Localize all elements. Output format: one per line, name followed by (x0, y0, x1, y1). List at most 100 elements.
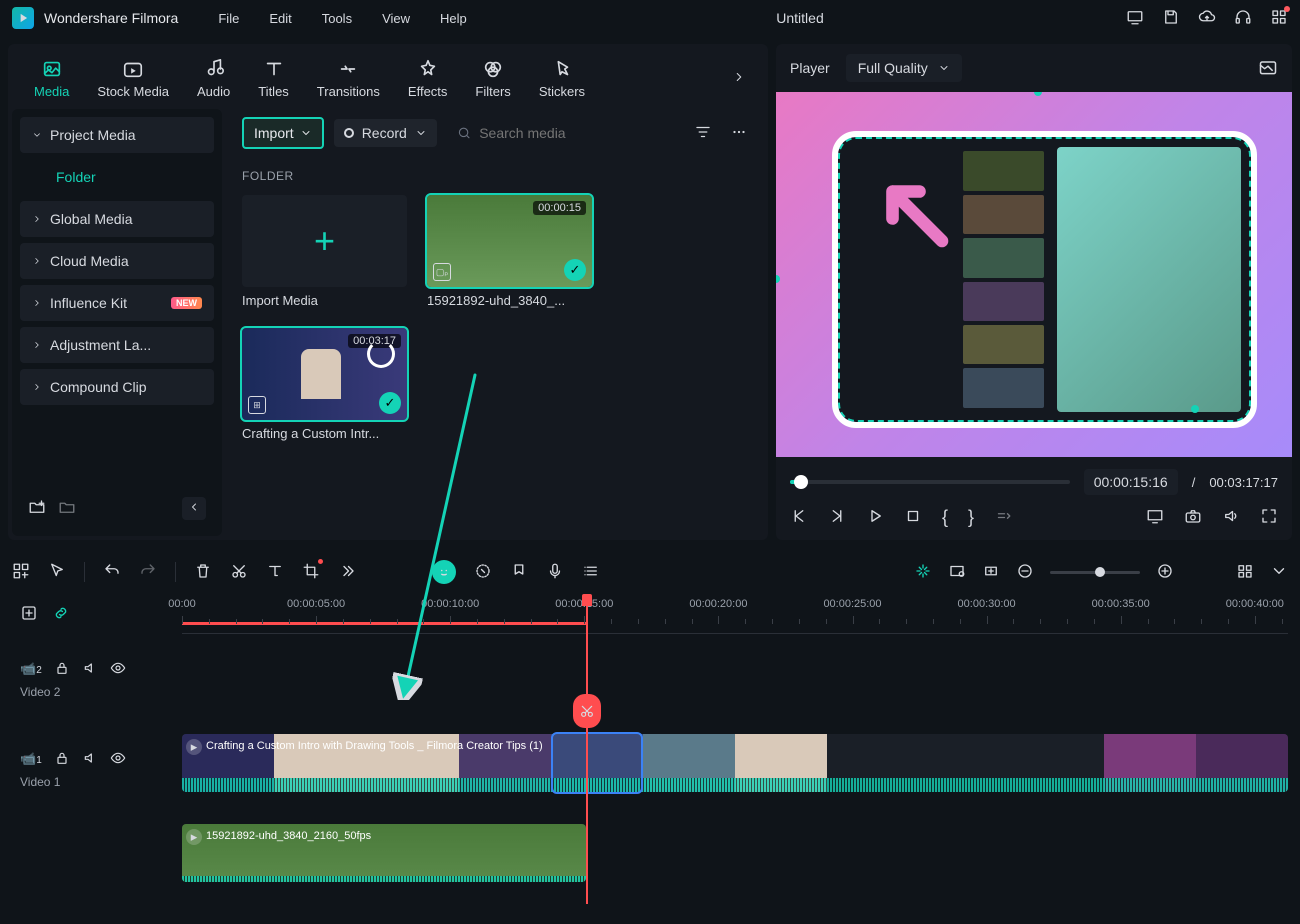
import-button[interactable]: Import (242, 117, 324, 149)
redo-icon[interactable] (139, 562, 157, 583)
headphones-icon[interactable] (1234, 8, 1252, 29)
track-header-video1[interactable]: 📹1 Video 1 (12, 724, 182, 814)
tab-stickers[interactable]: Stickers (525, 52, 599, 105)
zoom-out-icon[interactable] (1016, 562, 1034, 583)
play-icon[interactable] (866, 507, 884, 528)
preview-viewport[interactable] (776, 92, 1292, 457)
playback-progress[interactable] (790, 480, 1070, 484)
menu-view[interactable]: View (382, 11, 410, 26)
collapse-sidebar-icon[interactable] (182, 497, 206, 520)
expand-tools-icon[interactable] (338, 562, 356, 583)
timeline-panel: 📹2 Video 2 📹1 Video 1 00: (0, 548, 1300, 912)
zoom-in-icon[interactable] (1156, 562, 1174, 583)
tab-effects[interactable]: Effects (394, 52, 462, 105)
progress-knob[interactable] (794, 475, 808, 489)
lock-icon[interactable] (54, 750, 70, 769)
sidebar-project-media[interactable]: Project Media (20, 117, 214, 153)
sidebar-cloud-media[interactable]: Cloud Media (20, 243, 214, 279)
tab-transitions[interactable]: Transitions (303, 52, 394, 105)
mute-icon[interactable] (82, 660, 98, 679)
mark-in-icon[interactable]: { (942, 507, 948, 528)
next-frame-icon[interactable] (828, 507, 846, 528)
undo-icon[interactable] (103, 562, 121, 583)
media-clip-1[interactable]: 00:00:15 ▢ₚ ✓ 15921892-uhd_3840_... (427, 195, 592, 308)
more-icon[interactable] (726, 119, 752, 148)
menu-file[interactable]: File (218, 11, 239, 26)
track-lane-video2[interactable]: ▸ Crafting a Custom Intro with Drawing T… (182, 724, 1288, 814)
media-clip-2[interactable]: 00:03:17 ⊞ ✓ Crafting a Custom Intr... (242, 328, 407, 441)
display-mode-icon[interactable] (1146, 507, 1164, 528)
marker-list-icon[interactable] (994, 507, 1012, 528)
tabs-more-icon[interactable] (722, 60, 756, 97)
crop-view-icon[interactable] (948, 562, 966, 583)
menu-tools[interactable]: Tools (322, 11, 352, 26)
menu-edit[interactable]: Edit (269, 11, 291, 26)
mute-icon[interactable] (82, 750, 98, 769)
view-toggle-icon[interactable] (1236, 562, 1254, 583)
text-icon[interactable] (266, 562, 284, 583)
zoom-slider[interactable] (1050, 571, 1140, 574)
track-header-video2[interactable]: 📹2 Video 2 (12, 634, 182, 724)
playhead[interactable] (586, 594, 588, 904)
search-input[interactable] (479, 125, 680, 141)
chevron-down-icon[interactable] (1270, 562, 1288, 583)
folder-icon[interactable] (58, 498, 76, 519)
search-icon[interactable] (457, 125, 471, 141)
menu-help[interactable]: Help (440, 11, 467, 26)
cursor-icon[interactable] (48, 562, 66, 583)
sidebar-folder[interactable]: Folder (20, 159, 214, 195)
tab-media[interactable]: Media (20, 52, 83, 105)
apps-icon[interactable] (1270, 8, 1288, 29)
visibility-icon[interactable] (110, 660, 126, 679)
arrow-icon (870, 169, 960, 259)
clip-video1[interactable]: ▸ 15921892-uhd_3840_2160_50fps (182, 824, 586, 882)
marker-icon[interactable] (510, 562, 528, 583)
scissor-icon[interactable] (573, 694, 601, 728)
quality-dropdown[interactable]: Full Quality (846, 54, 962, 82)
list-icon[interactable] (582, 562, 600, 583)
snapshot-icon[interactable] (1258, 57, 1278, 80)
tab-titles[interactable]: Titles (244, 52, 303, 105)
clip-play-icon: ▸ (186, 829, 202, 845)
sidebar-influence-kit[interactable]: Influence Kit NEW (20, 285, 214, 321)
crop-icon[interactable] (302, 562, 320, 583)
sidebar-adjustment-layer[interactable]: Adjustment La... (20, 327, 214, 363)
import-media-tile[interactable]: + Import Media (242, 195, 407, 308)
link-icon[interactable] (52, 604, 70, 625)
mic-icon[interactable] (546, 562, 564, 583)
auto-reframe-icon[interactable] (914, 562, 932, 583)
time-ruler[interactable]: 00:0000:00:05:0000:00:10:0000:00:15:0000… (182, 594, 1288, 634)
tab-stock-media[interactable]: Stock Media (83, 52, 183, 105)
new-folder-icon[interactable] (28, 498, 46, 519)
save-icon[interactable] (1162, 8, 1180, 29)
sidebar-compound-clip[interactable]: Compound Clip (20, 369, 214, 405)
add-track-icon[interactable] (20, 604, 38, 625)
lock-icon[interactable] (54, 660, 70, 679)
tab-audio[interactable]: Audio (183, 52, 244, 105)
fit-icon[interactable] (982, 562, 1000, 583)
cut-icon[interactable] (230, 562, 248, 583)
timeline-tracks[interactable]: 00:0000:00:05:0000:00:10:0000:00:15:0000… (182, 594, 1288, 904)
clip-selection[interactable] (553, 734, 641, 792)
enhance-icon[interactable] (474, 562, 492, 583)
stop-icon[interactable] (904, 507, 922, 528)
fullscreen-icon[interactable] (1260, 507, 1278, 528)
display-icon[interactable] (1126, 8, 1144, 29)
resize-handle[interactable] (1034, 92, 1042, 96)
mark-out-icon[interactable]: } (968, 507, 974, 528)
sidebar-global-media[interactable]: Global Media (20, 201, 214, 237)
widgets-icon[interactable] (12, 562, 30, 583)
resize-handle[interactable] (776, 275, 780, 283)
ai-assistant-icon[interactable] (432, 560, 456, 584)
visibility-icon[interactable] (110, 750, 126, 769)
tab-filters[interactable]: Filters (461, 52, 524, 105)
track-lane-video1[interactable]: ▸ 15921892-uhd_3840_2160_50fps (182, 814, 1288, 904)
cloud-icon[interactable] (1198, 8, 1216, 29)
delete-icon[interactable] (194, 562, 212, 583)
clip-video2[interactable]: ▸ Crafting a Custom Intro with Drawing T… (182, 734, 1288, 792)
filter-icon[interactable] (690, 119, 716, 148)
record-button[interactable]: Record (334, 119, 437, 147)
prev-frame-icon[interactable] (790, 507, 808, 528)
camera-icon[interactable] (1184, 507, 1202, 528)
volume-icon[interactable] (1222, 507, 1240, 528)
